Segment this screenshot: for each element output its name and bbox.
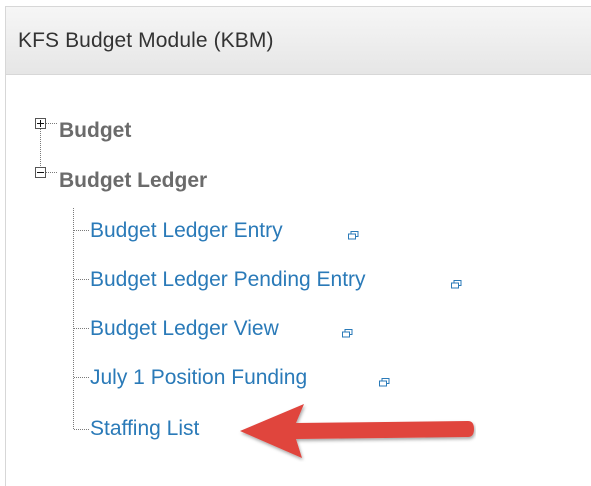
tree-folder-budget-ledger[interactable]: Budget Ledger xyxy=(59,169,207,193)
external-window-icon[interactable] xyxy=(342,329,353,338)
tree-folder-budget[interactable]: Budget xyxy=(59,119,131,143)
external-window-icon[interactable] xyxy=(348,231,359,240)
tree-connector xyxy=(40,126,41,172)
minus-expander-icon[interactable] xyxy=(35,167,46,178)
tree-link-budget-ledger-entry[interactable]: Budget Ledger Entry xyxy=(90,219,283,243)
external-window-icon[interactable] xyxy=(451,280,462,289)
tree-link-budget-ledger-view[interactable]: Budget Ledger View xyxy=(90,317,279,341)
tree-connector xyxy=(74,328,89,329)
tree-connector xyxy=(74,377,89,378)
tree-connector xyxy=(74,429,89,430)
tree-connector xyxy=(45,172,57,173)
tree-connector xyxy=(73,208,74,429)
tree-link-budget-ledger-pending-entry[interactable]: Budget Ledger Pending Entry xyxy=(90,268,366,292)
plus-expander-icon[interactable] xyxy=(35,118,46,129)
tree-link-staffing-list[interactable]: Staffing List xyxy=(90,417,199,441)
tree-connector xyxy=(45,123,57,124)
external-window-icon[interactable] xyxy=(379,378,390,387)
red-arrow-icon xyxy=(240,404,474,458)
tree-link-july-1-position-funding[interactable]: July 1 Position Funding xyxy=(90,366,307,390)
tree-connector xyxy=(74,279,89,280)
tree-connector xyxy=(74,230,89,231)
